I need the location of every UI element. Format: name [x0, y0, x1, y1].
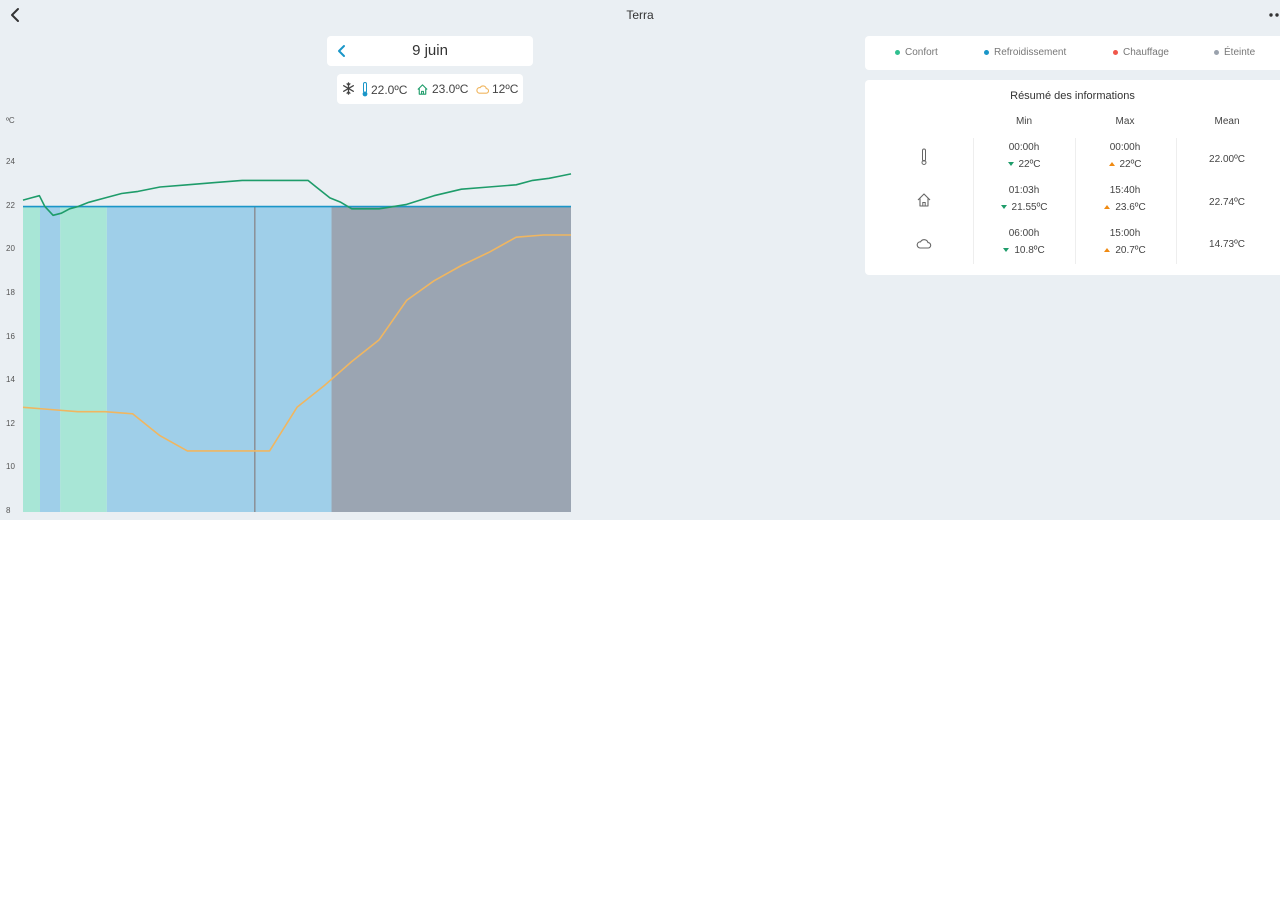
arrow-up-icon — [1104, 205, 1111, 210]
temperature-chart — [22, 173, 572, 512]
mode-band-4 — [331, 206, 571, 512]
max-value: 22ºC — [1119, 159, 1142, 170]
max-cell: 15:40h 23.6ºC — [1075, 182, 1175, 216]
arrow-down-icon — [1003, 248, 1010, 253]
min-value: 21.55ºC — [1011, 202, 1048, 213]
arrow-up-icon — [1104, 248, 1111, 253]
legend-label: Confort — [905, 47, 938, 58]
legend-label: Éteinte — [1224, 47, 1256, 58]
legend-label: Chauffage — [1123, 47, 1169, 58]
thermometer-icon — [921, 148, 927, 165]
row-thermometer — [915, 148, 933, 166]
legend-dot — [984, 50, 989, 55]
row-cloud — [915, 234, 933, 252]
legend-item-confort: Confort — [895, 47, 938, 58]
min-value: 22ºC — [1018, 159, 1041, 170]
more-button[interactable] — [1262, 6, 1280, 24]
legend-item-chauffage: Chauffage — [1113, 47, 1169, 58]
max-value: 20.7ºC — [1115, 245, 1146, 256]
column-header-mean: Mean — [1214, 116, 1240, 127]
row-home — [915, 191, 933, 209]
min-time: 06:00h — [1008, 228, 1040, 239]
arrow-down-icon — [1007, 162, 1014, 167]
info-title: Résumé des informations — [1010, 90, 1135, 102]
max-time: 00:00h — [1109, 142, 1141, 153]
max-reading: 20.7ºC — [1075, 242, 1175, 259]
mode-band-1 — [39, 206, 61, 512]
min-reading: 21.55ºC — [974, 199, 1074, 216]
mean-value: 14.73ºC — [1209, 239, 1245, 250]
min-cell: 00:00h 22ºC — [974, 139, 1074, 173]
mode-band-2 — [60, 206, 107, 512]
legend-dot — [895, 50, 900, 55]
min-value: 10.8ºC — [1014, 245, 1045, 256]
min-reading: 10.8ºC — [974, 242, 1074, 259]
min-cell: 06:00h 10.8ºC — [974, 225, 1074, 259]
column-header-min: Min — [1015, 116, 1033, 127]
legend-label: Refroidissement — [994, 47, 1067, 58]
mode-legend: Confort Refroidissement Chauffage Éteint… — [865, 36, 1280, 70]
max-reading: 22ºC — [1075, 156, 1175, 173]
max-reading: 23.6ºC — [1075, 199, 1175, 216]
mode-band-0 — [23, 206, 40, 512]
column-header-max: Max — [1115, 116, 1135, 127]
min-cell: 01:03h 21.55ºC — [974, 182, 1074, 216]
home-icon — [917, 193, 931, 207]
max-cell: 00:00h 22ºC — [1075, 139, 1175, 173]
min-time: 00:00h — [1008, 142, 1040, 153]
arrow-down-icon — [1000, 205, 1007, 210]
max-cell: 15:00h 20.7ºC — [1075, 225, 1175, 259]
min-time: 01:03h — [1008, 185, 1040, 196]
mean-value: 22.00ºC — [1209, 154, 1245, 165]
max-time: 15:00h — [1109, 228, 1141, 239]
max-value: 23.6ºC — [1115, 202, 1146, 213]
legend-dot — [1214, 50, 1219, 55]
info-summary-card: Résumé des informations Min Max Mean 00:… — [865, 80, 1280, 275]
legend-dot — [1113, 50, 1118, 55]
min-reading: 22ºC — [974, 156, 1074, 173]
cloud-icon — [916, 239, 932, 249]
max-time: 15:40h — [1109, 185, 1141, 196]
more-icon — [1269, 13, 1279, 17]
legend-item-refroidissement: Refroidissement — [984, 47, 1066, 58]
mean-value: 22.74ºC — [1209, 197, 1245, 208]
legend-item-eteinte: Éteinte — [1214, 47, 1255, 58]
arrow-up-icon — [1108, 162, 1115, 167]
mode-band-3 — [106, 206, 332, 512]
